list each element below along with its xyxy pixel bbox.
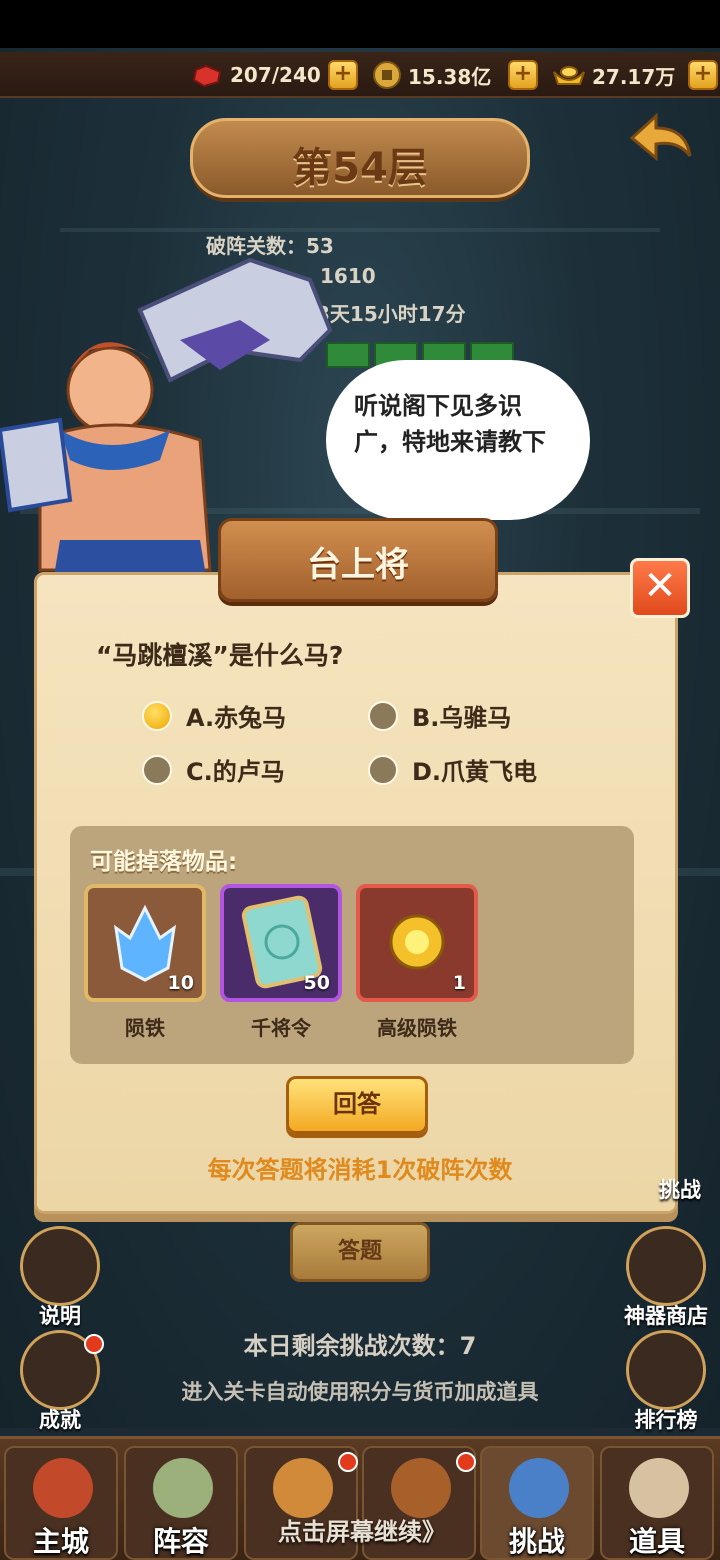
hero-recruit-icon (273, 1458, 333, 1518)
speech-text: 听说阁下见多识广，特地来请教下 (354, 392, 546, 456)
option-label: D.爪黄飞电 (412, 758, 538, 786)
floor-title: 第54层 (292, 145, 428, 191)
nav-label: 道具 (628, 1525, 685, 1558)
nav-label: 主城 (32, 1525, 89, 1558)
remaining-challenges-text: 本日剩余挑战次数：7 (243, 1332, 477, 1360)
stamina-value: 207/240 (230, 63, 321, 87)
bonus-tip-text: 进入关卡自动使用积分与货币加成道具 (181, 1380, 539, 1404)
coin-icon (373, 61, 401, 89)
add-coins-button[interactable]: + (508, 60, 538, 90)
status-bar (0, 0, 720, 48)
quiz-entry-button[interactable]: 答题 (290, 1222, 430, 1282)
speech-bubble: 听说阁下见多识广，特地来请教下 (326, 360, 590, 520)
achievements-label: 成就 (39, 1408, 81, 1432)
drops-title: 可能掉落物品: (90, 849, 238, 875)
drop-item-meteoric-iron[interactable]: 10 (84, 884, 206, 1002)
question-text: “马跳檀溪”是什么马? (96, 641, 344, 670)
back-button[interactable] (626, 112, 696, 172)
option-a[interactable]: A.赤兔马 (142, 698, 286, 733)
battle-icon (509, 1458, 569, 1518)
drop-item-advanced-iron[interactable]: 1 (356, 884, 478, 1002)
radio-icon (368, 700, 398, 731)
bag-icon (629, 1458, 689, 1518)
nav-label: 阵容 (152, 1525, 209, 1558)
option-label: A.赤兔马 (186, 704, 287, 732)
item-count: 1 (452, 972, 466, 994)
option-d[interactable]: D.爪黄飞电 (368, 752, 537, 787)
ingot-icon (553, 66, 585, 85)
back-arrow-icon (629, 112, 692, 162)
answer-button[interactable]: 回答 (286, 1076, 428, 1134)
add-ingots-button[interactable]: + (688, 60, 718, 90)
tap-to-continue-text[interactable]: 点击屏幕继续》 (262, 1512, 462, 1547)
challenge-side-label: 挑战 (659, 1178, 701, 1202)
ingots-value: 27.17万 (592, 64, 676, 89)
currency-bar: 207/240 + 15.38亿 + 27.17万 + (0, 52, 720, 98)
notification-dot (456, 1452, 476, 1472)
radio-icon (142, 754, 172, 785)
nav-label: 挑战 (508, 1525, 565, 1558)
challenge-side-button[interactable]: 挑战 (640, 1178, 720, 1204)
radio-selected-icon (142, 700, 172, 731)
castle-icon (33, 1458, 93, 1518)
treasure-chest-icon (626, 1226, 706, 1306)
possible-drops-panel: 可能掉落物品: 10 陨铁 50 千将令 1 高级陨铁 (70, 826, 634, 1064)
option-c[interactable]: C.的卢马 (142, 752, 285, 787)
item-count: 50 (303, 972, 330, 994)
add-stamina-button[interactable]: + (328, 60, 358, 90)
coins-value: 15.38亿 (408, 64, 492, 89)
stamina-group: 207/240 (192, 58, 321, 92)
option-b[interactable]: B.乌骓马 (368, 698, 511, 733)
help-button[interactable]: 说明 (18, 1226, 102, 1330)
item-name: 陨铁 (125, 1016, 165, 1040)
nav-main-city[interactable]: 主城 (4, 1446, 118, 1560)
leaderboard-label: 排行榜 (634, 1408, 698, 1432)
lineup-icon (153, 1458, 213, 1518)
item-name: 高级陨铁 (377, 1016, 457, 1040)
cost-note: 每次答题将消耗1次破阵次数 (207, 1156, 513, 1184)
option-label: B.乌骓马 (412, 704, 512, 732)
scroll-icon (20, 1226, 100, 1306)
radio-icon (368, 754, 398, 785)
option-label: C.的卢马 (186, 758, 285, 786)
close-button[interactable]: ✕ (630, 558, 690, 618)
tools-icon (391, 1458, 451, 1518)
artifact-shop-button[interactable]: 神器商店 (612, 1226, 720, 1330)
dialog-title: 台上将 (307, 545, 409, 585)
stamina-icon (192, 64, 222, 88)
nav-challenge[interactable]: 挑战 (480, 1446, 594, 1560)
notification-dot (338, 1452, 358, 1472)
item-count: 10 (167, 972, 194, 994)
floor-banner: 第54层 (190, 118, 530, 198)
drop-item-token[interactable]: 50 (220, 884, 342, 1002)
nav-lineup[interactable]: 阵容 (124, 1446, 238, 1560)
dialog-header: 台上将 (218, 518, 498, 602)
ingots-group: 27.17万 (552, 58, 675, 92)
item-name: 千将令 (251, 1016, 311, 1040)
nav-items[interactable]: 道具 (600, 1446, 714, 1560)
coins-group: 15.38亿 (372, 58, 491, 92)
